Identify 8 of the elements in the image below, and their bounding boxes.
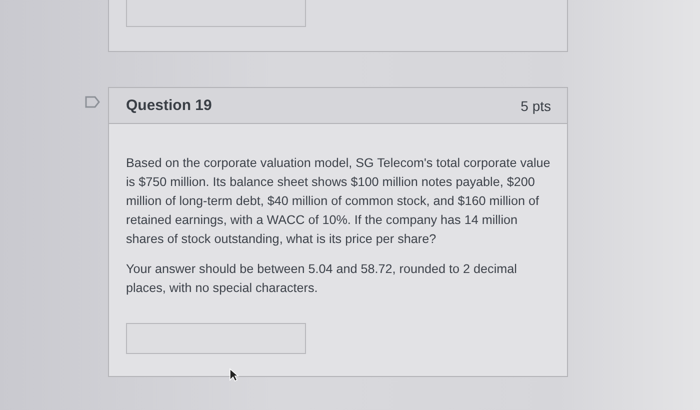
points-label: 5 pts [520, 98, 551, 114]
question-text: Your answer should be between 5.04 and 58.72, rounded to 2 decimal places, with no special characters. [126, 261, 518, 297]
answer-field[interactable] [126, 0, 306, 27]
question-text: Based on the corporate valuation model, SG Telecom's total corporate value is $750 million. Its balance sheet shows $100 million notes payable, $200 million of long-term debt, $40 million of common stock, and $160 million of retained earnings, with a WACC of 10%. If the company has 14 million shares of stock outstanding, what is its price per share? [126, 155, 552, 248]
flag-icon[interactable] [85, 96, 100, 108]
mouse-pointer-icon [229, 368, 239, 382]
question-title: Question 19 [126, 97, 212, 114]
answer-field[interactable] [126, 323, 306, 354]
